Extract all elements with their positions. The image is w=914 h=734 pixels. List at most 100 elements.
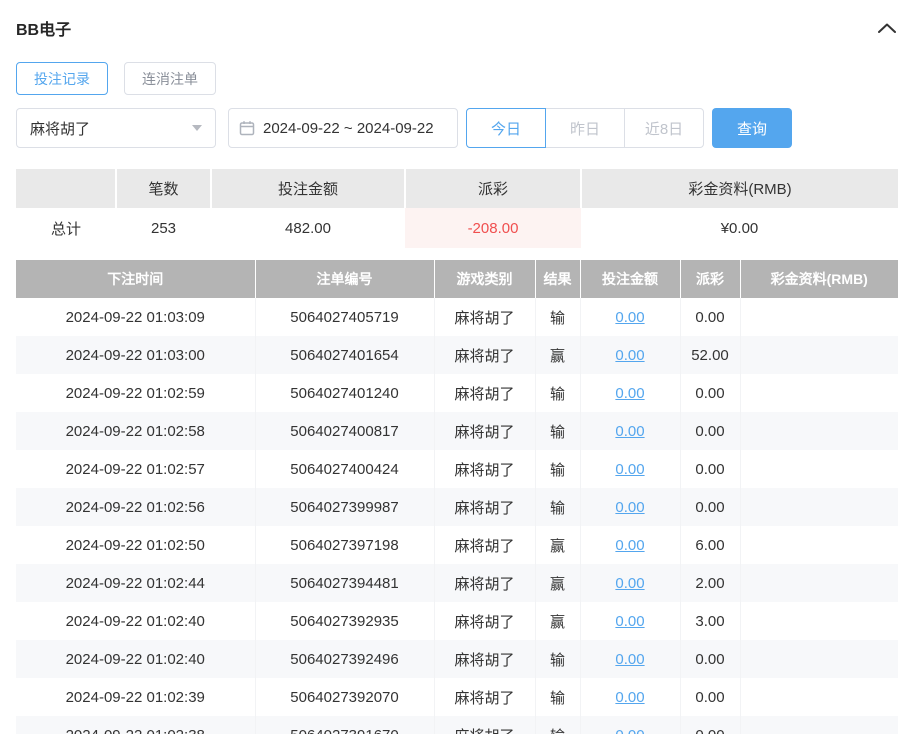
panel-header: BB电子 (16, 16, 898, 40)
tab-bet-records[interactable]: 投注记录 (16, 62, 108, 95)
cell-order-no: 5064027392496 (255, 640, 434, 678)
records-header-row: 下注时间 注单编号 游戏类别 结果 投注金额 派彩 彩金资料(RMB) (16, 260, 898, 298)
records-header-order-no: 注单编号 (255, 260, 434, 298)
records-header-bet-amount: 投注金额 (580, 260, 680, 298)
cell-result: 赢 (535, 526, 580, 564)
cell-payout: 0.00 (680, 488, 740, 526)
collapse-chevron-up-icon[interactable] (876, 21, 898, 35)
cell-order-no: 5064027405719 (255, 298, 434, 336)
cell-bet: 0.00 (580, 716, 680, 734)
cell-bonus (740, 678, 898, 716)
records-table: 下注时间 注单编号 游戏类别 结果 投注金额 派彩 彩金资料(RMB) 2024… (16, 260, 898, 734)
cell-payout: 0.00 (680, 678, 740, 716)
cell-payout: 0.00 (680, 374, 740, 412)
cell-bet: 0.00 (580, 412, 680, 450)
cell-payout: 0.00 (680, 298, 740, 336)
cell-result: 输 (535, 640, 580, 678)
cell-order-no: 5064027392935 (255, 602, 434, 640)
cell-time: 2024-09-22 01:02:59 (16, 374, 255, 412)
bet-amount-link[interactable]: 0.00 (615, 461, 644, 478)
cell-order-no: 5064027400424 (255, 450, 434, 488)
summary-header-row: 笔数 投注金额 派彩 彩金资料(RMB) (16, 169, 898, 208)
filter-bar: 麻将胡了 2024-09-22 ~ 2024-09-22 今日 昨日 近8日 查… (16, 108, 898, 148)
cell-bonus (740, 374, 898, 412)
game-type-select[interactable]: 麻将胡了 (16, 108, 216, 148)
bet-amount-link[interactable]: 0.00 (615, 613, 644, 630)
bet-amount-link[interactable]: 0.00 (615, 651, 644, 668)
cell-time: 2024-09-22 01:02:38 (16, 716, 255, 734)
cell-result: 输 (535, 678, 580, 716)
bet-amount-link[interactable]: 0.00 (615, 727, 644, 734)
cell-bet: 0.00 (580, 488, 680, 526)
bet-amount-link[interactable]: 0.00 (615, 575, 644, 592)
cell-bonus (740, 450, 898, 488)
cell-time: 2024-09-22 01:02:44 (16, 564, 255, 602)
cell-payout: 6.00 (680, 526, 740, 564)
summary-total-bonus: ¥0.00 (581, 208, 898, 248)
cell-bonus (740, 488, 898, 526)
bet-amount-link[interactable]: 0.00 (615, 309, 644, 326)
last-8-days-button[interactable]: 近8日 (624, 108, 704, 148)
bet-amount-link[interactable]: 0.00 (615, 537, 644, 554)
summary-header-payout: 派彩 (405, 169, 581, 208)
table-row: 2024-09-22 01:03:095064027405719麻将胡了输0.0… (16, 298, 898, 336)
cell-bet: 0.00 (580, 526, 680, 564)
cell-time: 2024-09-22 01:02:57 (16, 450, 255, 488)
cell-time: 2024-09-22 01:02:40 (16, 640, 255, 678)
bet-amount-link[interactable]: 0.00 (615, 499, 644, 516)
cell-order-no: 5064027399987 (255, 488, 434, 526)
table-row: 2024-09-22 01:02:595064027401240麻将胡了输0.0… (16, 374, 898, 412)
cell-bonus (740, 602, 898, 640)
bet-amount-link[interactable]: 0.00 (615, 423, 644, 440)
cell-game: 麻将胡了 (434, 412, 535, 450)
cell-game: 麻将胡了 (434, 564, 535, 602)
bb-electronic-panel: BB电子 投注记录 连消注单 麻将胡了 2024-09-22 ~ 2 (0, 0, 914, 734)
summary-total-bet-amount: 482.00 (211, 208, 405, 248)
query-button[interactable]: 查询 (712, 108, 792, 148)
bet-amount-link[interactable]: 0.00 (615, 347, 644, 364)
cell-result: 赢 (535, 602, 580, 640)
cell-result: 赢 (535, 564, 580, 602)
table-row: 2024-09-22 01:02:405064027392935麻将胡了赢0.0… (16, 602, 898, 640)
cell-bonus (740, 412, 898, 450)
cell-bonus (740, 526, 898, 564)
cell-game: 麻将胡了 (434, 336, 535, 374)
cell-payout: 0.00 (680, 640, 740, 678)
summary-header-bet-amount: 投注金额 (211, 169, 405, 208)
yesterday-button[interactable]: 昨日 (545, 108, 625, 148)
cell-bonus (740, 336, 898, 374)
cell-bet: 0.00 (580, 640, 680, 678)
summary-header-count: 笔数 (116, 169, 211, 208)
cell-game: 麻将胡了 (434, 640, 535, 678)
quick-date-buttons: 今日 昨日 近8日 (466, 108, 704, 148)
cell-bet: 0.00 (580, 564, 680, 602)
table-row: 2024-09-22 01:03:005064027401654麻将胡了赢0.0… (16, 336, 898, 374)
cell-order-no: 5064027397198 (255, 526, 434, 564)
cell-time: 2024-09-22 01:02:50 (16, 526, 255, 564)
cell-payout: 52.00 (680, 336, 740, 374)
chevron-down-icon (192, 125, 202, 131)
cell-game: 麻将胡了 (434, 450, 535, 488)
cell-order-no: 5064027391670 (255, 716, 434, 734)
cell-payout: 0.00 (680, 716, 740, 734)
cell-order-no: 5064027394481 (255, 564, 434, 602)
cell-time: 2024-09-22 01:03:00 (16, 336, 255, 374)
records-header-payout: 派彩 (680, 260, 740, 298)
cell-order-no: 5064027401654 (255, 336, 434, 374)
tab-cancelled-orders[interactable]: 连消注单 (124, 62, 216, 95)
bet-amount-link[interactable]: 0.00 (615, 385, 644, 402)
summary-total-payout: -208.00 (405, 208, 581, 248)
date-range-value: 2024-09-22 ~ 2024-09-22 (263, 120, 434, 137)
today-button[interactable]: 今日 (466, 108, 546, 148)
cell-bonus (740, 640, 898, 678)
records-table-body: 2024-09-22 01:03:095064027405719麻将胡了输0.0… (16, 298, 898, 734)
bet-amount-link[interactable]: 0.00 (615, 689, 644, 706)
record-type-tabs: 投注记录 连消注单 (16, 62, 898, 95)
date-range-input[interactable]: 2024-09-22 ~ 2024-09-22 (228, 108, 458, 148)
cell-bet: 0.00 (580, 336, 680, 374)
table-row: 2024-09-22 01:02:575064027400424麻将胡了输0.0… (16, 450, 898, 488)
cell-bet: 0.00 (580, 602, 680, 640)
cell-order-no: 5064027401240 (255, 374, 434, 412)
cell-time: 2024-09-22 01:02:39 (16, 678, 255, 716)
cell-result: 输 (535, 298, 580, 336)
